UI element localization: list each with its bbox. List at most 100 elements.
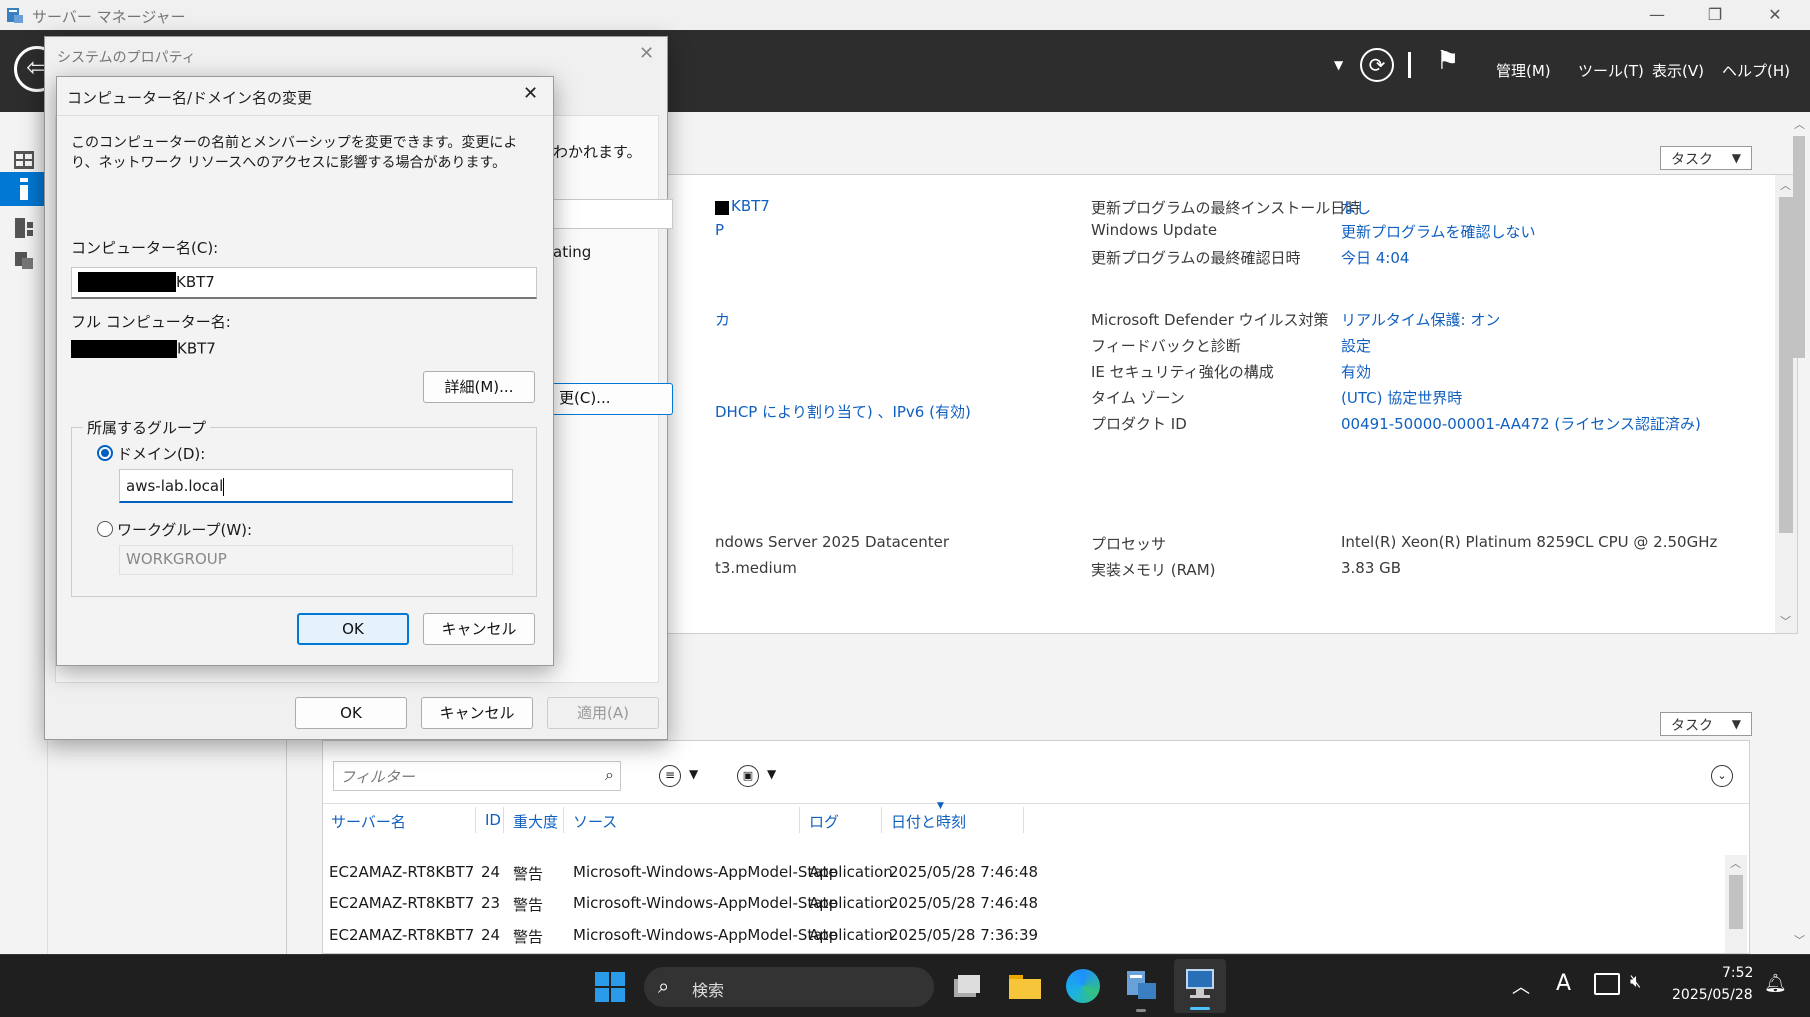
list-view-icon[interactable]: ≡ xyxy=(659,765,681,787)
cell-id: 24 xyxy=(481,926,501,944)
column-header[interactable]: ログ xyxy=(809,811,839,832)
prop-value[interactable]: 有効 xyxy=(1341,361,1371,382)
computer-name-value[interactable]: KBT7 xyxy=(731,197,770,215)
col-sep xyxy=(503,807,504,833)
table-row[interactable]: EC2AMAZ-RT8KBT7 24 警告 Microsoft-Windows-… xyxy=(323,863,1523,891)
ok-button[interactable]: OK xyxy=(297,613,409,645)
page-scrollbar[interactable]: ︿ ﹀ xyxy=(1788,112,1810,954)
task-label: タスク xyxy=(1671,152,1713,168)
refresh-icon[interactable]: ⟳ xyxy=(1360,48,1394,82)
computer-description-input[interactable] xyxy=(551,199,673,229)
prop-value[interactable]: 00491-50000-00001-AA472 (ライセンス認証済み) xyxy=(1341,413,1701,434)
minimize-button[interactable]: — xyxy=(1634,2,1680,28)
notification-icon[interactable]: 🔔︎ xyxy=(1764,973,1787,994)
events-task-button[interactable]: タスク ▼ xyxy=(1660,712,1752,736)
taskbar-search[interactable]: ⌕ 検索 xyxy=(644,967,934,1007)
local-server-nav[interactable] xyxy=(0,172,48,206)
menu-help[interactable]: ヘルプ(H) xyxy=(1722,60,1790,81)
start-icon[interactable] xyxy=(594,971,626,1003)
domain-input[interactable]: aws-lab.local xyxy=(119,469,513,503)
file-storage-icon[interactable] xyxy=(12,248,36,272)
server-manager-icon xyxy=(6,6,24,24)
cell-severity: 警告 xyxy=(513,928,544,946)
prop-value[interactable]: リアルタイム保護: オン xyxy=(1341,309,1500,330)
prop-value: Intel(R) Xeon(R) Platinum 8259CL CPU @ 2… xyxy=(1341,533,1718,551)
title-separator xyxy=(57,115,553,116)
column-header[interactable]: 日付と時刻 xyxy=(891,811,966,832)
toolbar-divider xyxy=(323,803,1749,804)
change-button[interactable]: 更(C)... xyxy=(551,383,673,415)
network-icon[interactable] xyxy=(1594,973,1620,995)
system-properties-title: システムのプロパティ xyxy=(57,50,196,66)
workgroup-value[interactable]: P xyxy=(715,221,724,239)
prop-value[interactable]: 設定 xyxy=(1341,335,1371,356)
properties-task-button[interactable]: タスク ▼ xyxy=(1660,146,1752,170)
cancel-button[interactable]: キャンセル xyxy=(421,697,533,729)
edge-icon[interactable] xyxy=(1066,969,1100,1003)
ok-button[interactable]: OK xyxy=(295,697,407,729)
prop-label: 実装メモリ (RAM) xyxy=(1091,561,1216,579)
clock-date[interactable]: 2025/05/28 xyxy=(1672,987,1753,1003)
window-title: サーバー マネージャー xyxy=(32,8,186,26)
prop-label: Microsoft Defender ウイルス対策 xyxy=(1091,311,1329,329)
prop-value[interactable]: 更新プログラムを確認しない xyxy=(1341,221,1536,242)
column-header[interactable]: サーバー名 xyxy=(331,811,406,832)
flag-icon[interactable]: ⚑ xyxy=(1436,46,1459,76)
rename-description: このコンピューターの名前とメンバーシップを変更できます。変更により、ネットワーク… xyxy=(71,135,518,171)
table-row[interactable]: EC2AMAZ-RT8KBT7 23 警告 Microsoft-Windows-… xyxy=(323,894,1523,922)
close-icon[interactable]: ✕ xyxy=(523,83,538,104)
description-tail: わかれます。 xyxy=(553,143,642,161)
prop-value[interactable]: なし xyxy=(1341,197,1371,218)
remote-desktop-taskbar-icon[interactable] xyxy=(1174,959,1226,1013)
menu-manage[interactable]: 管理(M) xyxy=(1496,60,1551,81)
close-icon[interactable]: ✕ xyxy=(639,43,654,64)
server-manager-taskbar-icon[interactable] xyxy=(1124,969,1158,1012)
task-view-icon[interactable] xyxy=(952,973,982,999)
menu-tools[interactable]: ツール(T) xyxy=(1578,60,1644,81)
filter-input[interactable]: フィルター ⌕ xyxy=(333,761,621,791)
workgroup-radio[interactable] xyxy=(97,521,113,537)
ime-indicator[interactable]: A xyxy=(1556,971,1571,996)
domain-radio[interactable] xyxy=(97,445,113,461)
apply-label: 適用(A) xyxy=(577,704,629,722)
computer-name-value: KBT7 xyxy=(176,273,215,291)
separator xyxy=(1408,52,1411,78)
cell-server: EC2AMAZ-RT8KBT7 xyxy=(329,894,475,912)
prop-value[interactable]: 今日 4:04 xyxy=(1341,247,1409,268)
window-title-bar: サーバー マネージャー — ❐ ✕ xyxy=(0,0,1810,30)
prop-label: 更新プログラムの最終インストール日時 xyxy=(1091,199,1361,217)
menu-view[interactable]: 表示(V) xyxy=(1652,60,1704,81)
events-scrollbar[interactable]: ︿ xyxy=(1725,855,1747,953)
expand-icon[interactable]: ⌄ xyxy=(1711,765,1733,787)
search-icon: ⌕ xyxy=(658,974,670,998)
prop-value: 3.83 GB xyxy=(1341,559,1402,577)
prop-value[interactable]: (UTC) 協定世界時 xyxy=(1341,387,1462,408)
apply-button[interactable]: 適用(A) xyxy=(547,697,659,729)
cancel-button[interactable]: キャンセル xyxy=(423,613,535,645)
save-query-icon[interactable]: ▣ xyxy=(737,765,759,787)
computer-name-input[interactable]: KBT7 xyxy=(71,267,537,299)
clock-time[interactable]: 7:52 xyxy=(1722,965,1753,981)
details-button[interactable]: 詳細(M)... xyxy=(423,371,535,403)
dashboard-icon[interactable] xyxy=(12,148,36,172)
volume-muted-icon[interactable]: 🔇︎ xyxy=(1630,971,1641,992)
ethernet-value[interactable]: DHCP により割り当て) 、IPv6 (有効) xyxy=(715,401,971,422)
all-servers-icon[interactable] xyxy=(12,216,36,240)
redacted-block xyxy=(71,339,177,358)
chevron-up-icon[interactable]: ︿ xyxy=(1512,973,1530,999)
chevron-down-icon[interactable]: ▼ xyxy=(767,767,776,781)
file-explorer-icon[interactable] xyxy=(1008,971,1042,1001)
domain-label[interactable]: ドメイン(D): xyxy=(117,443,205,464)
chevron-down-icon[interactable]: ▼ xyxy=(689,767,698,781)
column-header[interactable]: ID xyxy=(485,811,501,829)
prop-label: タイム ゾーン xyxy=(1091,389,1185,407)
column-header[interactable]: ソース xyxy=(573,811,617,832)
column-header[interactable]: 重大度 xyxy=(513,811,558,832)
dropdown-arrow-icon[interactable]: ▼ xyxy=(1334,58,1343,72)
close-button[interactable]: ✕ xyxy=(1752,2,1798,28)
workgroup-label[interactable]: ワークグループ(W): xyxy=(117,519,252,540)
remote-value[interactable]: カ xyxy=(715,309,730,330)
restore-button[interactable]: ❐ xyxy=(1692,2,1738,28)
cancel-label: キャンセル xyxy=(439,704,515,722)
table-row[interactable]: EC2AMAZ-RT8KBT7 24 警告 Microsoft-Windows-… xyxy=(323,926,1523,954)
